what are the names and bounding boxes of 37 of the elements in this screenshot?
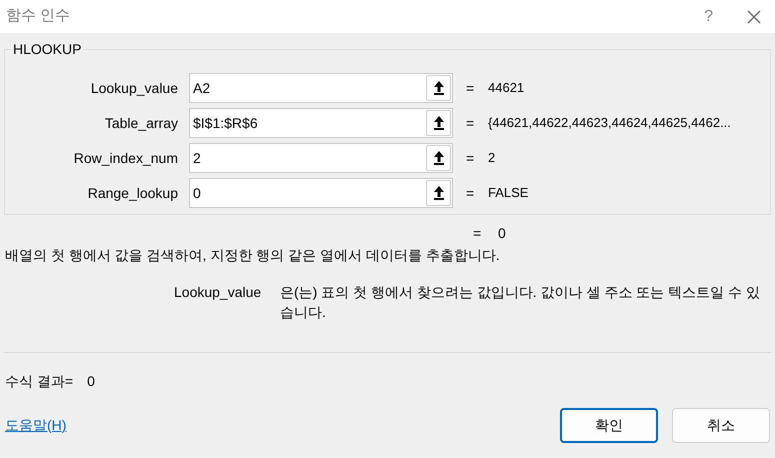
collapse-arrow-icon <box>434 186 444 200</box>
argument-result: 44621 <box>488 79 524 98</box>
collapse-arrow-icon <box>434 81 444 95</box>
equals-sign: = <box>466 148 476 168</box>
argument-input[interactable]: 2 <box>189 143 453 173</box>
collapse-button[interactable] <box>426 145 451 171</box>
argument-result: 2 <box>488 149 496 168</box>
argument-label: Range_lookup <box>86 184 179 203</box>
window-title: 함수 인수 <box>6 6 70 26</box>
close-icon[interactable] <box>747 10 761 24</box>
help-link[interactable]: 도움말(H) <box>5 415 66 436</box>
argument-help-name: Lookup_value <box>174 283 262 302</box>
dialog-button[interactable]: 확인 <box>560 408 658 443</box>
collapse-button[interactable] <box>426 110 451 136</box>
equals-sign: = <box>466 78 476 98</box>
argument-label: Row_index_num <box>72 148 179 168</box>
collapse-button[interactable] <box>426 180 451 206</box>
argument-label: Lookup_value <box>90 78 179 98</box>
help-button[interactable]: ? <box>704 4 713 28</box>
collapse-arrow-icon <box>434 151 444 165</box>
formula-result-label: 수식 결과= <box>5 372 74 391</box>
collapse-arrow-icon <box>434 116 444 130</box>
argument-result: {44621,44622,44623,44624,44625,4462... <box>488 114 731 132</box>
argument-input[interactable]: 0 <box>189 178 453 208</box>
function-description: 배열의 첫 행에서 값을 검색하여, 지정한 행의 같은 열에서 데이터를 추출합니다. <box>5 246 501 265</box>
dialog-button[interactable]: 취소 <box>672 408 770 443</box>
equals-sign: = <box>466 114 476 132</box>
formula-result-value: 0 <box>87 372 95 391</box>
argument-input[interactable]: $I$1:$R$6 <box>189 108 453 138</box>
collapse-button[interactable] <box>426 75 451 101</box>
argument-input[interactable]: A2 <box>189 73 453 103</box>
argument-label: Table_array <box>104 114 179 133</box>
argument-help-text: 은(는) 표의 첫 행에서 찾으려는 값입니다. 값이나 셀 주소 또는 텍스트일 수 있습니다. <box>280 283 761 322</box>
function-result: 0 <box>498 224 506 243</box>
equals-sign: = <box>473 224 482 243</box>
equals-sign: = <box>466 184 476 202</box>
argument-result: FALSE <box>488 184 528 202</box>
